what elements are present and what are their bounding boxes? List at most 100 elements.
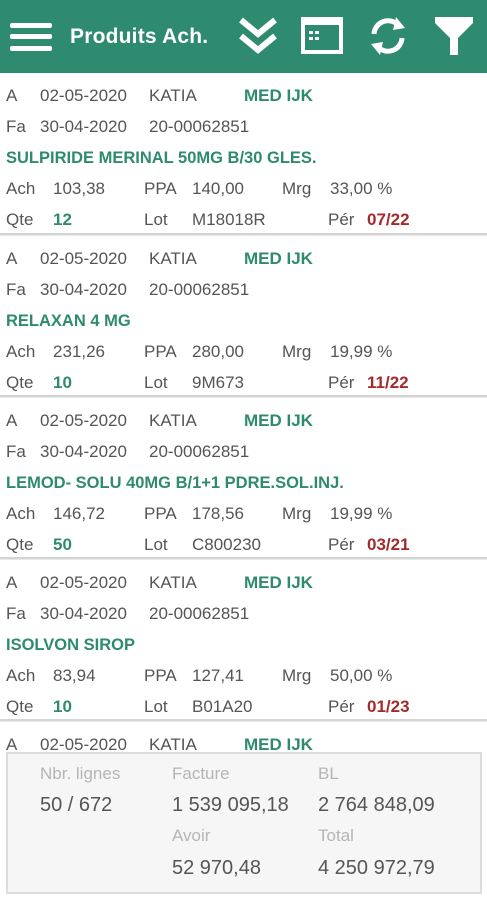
total-label: Total bbox=[318, 826, 354, 845]
ppa-label: PPA bbox=[144, 666, 177, 685]
ppa-value: 178,56 bbox=[192, 504, 244, 523]
product-name: RELAXAN 4 MG bbox=[6, 312, 131, 330]
bl-value: 2 764 848,09 bbox=[318, 794, 435, 816]
entry-user: KATIA bbox=[149, 411, 197, 430]
lot-label: Lot bbox=[144, 210, 168, 229]
entry-date: 02-05-2020 bbox=[40, 249, 127, 268]
qte-label: Qte bbox=[6, 697, 34, 716]
entry-type: A bbox=[6, 411, 18, 430]
entry-type: A bbox=[6, 573, 18, 592]
ach-label: Ach bbox=[6, 342, 36, 361]
list-item[interactable]: A 02-05-2020 KATIA MED IJK Fa 30-04-2020… bbox=[0, 235, 487, 397]
product-name: SULPIRIDE MERINAL 50MG B/30 GLES. bbox=[6, 149, 317, 167]
list-item[interactable]: A 02-05-2020 KATIA MED IJK bbox=[0, 721, 487, 750]
expiry-value: 03/21 bbox=[367, 535, 410, 554]
mrg-label: Mrg bbox=[282, 504, 312, 523]
mrg-label: Mrg bbox=[282, 342, 312, 361]
doc-number: 20-00062851 bbox=[149, 280, 250, 299]
mrg-value: 19,99 % bbox=[330, 342, 393, 361]
page-title: Produits Ach. bbox=[70, 24, 209, 48]
summary-panel: Nbr. lignes 50 / 672 Facture 1 539 095,1… bbox=[6, 752, 482, 894]
mrg-value: 33,00 % bbox=[330, 179, 393, 198]
doc-number: 20-00062851 bbox=[149, 117, 250, 136]
lot-label: Lot bbox=[144, 697, 168, 716]
ach-label: Ach bbox=[6, 504, 36, 523]
ppa-label: PPA bbox=[144, 179, 177, 198]
entry-user: KATIA bbox=[149, 86, 197, 105]
qte-label: Qte bbox=[6, 210, 34, 229]
lot-value: C800230 bbox=[192, 535, 262, 554]
lot-label: Lot bbox=[144, 535, 168, 554]
mrg-value: 19,99 % bbox=[330, 504, 393, 523]
sync-icon[interactable] bbox=[366, 14, 410, 58]
supplier-name: MED IJK bbox=[244, 735, 313, 750]
doc-date: 30-04-2020 bbox=[40, 117, 127, 136]
mrg-label: Mrg bbox=[282, 666, 312, 685]
qte-value: 10 bbox=[53, 373, 72, 392]
entry-date: 02-05-2020 bbox=[40, 86, 127, 105]
supplier-name: MED IJK bbox=[244, 86, 313, 105]
purchase-list[interactable]: A 02-05-2020 KATIA MED IJK Fa 30-04-2020… bbox=[0, 73, 487, 750]
expiry-value: 11/22 bbox=[367, 373, 409, 392]
doc-number: 20-00062851 bbox=[149, 604, 250, 623]
doc-date: 30-04-2020 bbox=[40, 604, 127, 623]
app-bar: Produits Ach. bbox=[0, 0, 487, 73]
doc-date: 30-04-2020 bbox=[40, 280, 127, 299]
product-name: LEMOD- SOLU 40MG B/1+1 PDRE.SOL.INJ. bbox=[6, 474, 344, 492]
doc-date: 30-04-2020 bbox=[40, 442, 127, 461]
lot-label: Lot bbox=[144, 373, 168, 392]
ach-value: 231,26 bbox=[53, 342, 105, 361]
doc-type: Fa bbox=[6, 280, 26, 299]
ppa-value: 127,41 bbox=[192, 666, 244, 685]
list-item[interactable]: A 02-05-2020 KATIA MED IJK Fa 30-04-2020… bbox=[0, 73, 487, 235]
expiry-value: 01/23 bbox=[367, 697, 410, 716]
doc-type: Fa bbox=[6, 604, 26, 623]
entry-date: 02-05-2020 bbox=[40, 411, 127, 430]
ppa-value: 140,00 bbox=[192, 179, 244, 198]
per-label: Pér bbox=[328, 210, 355, 229]
ach-label: Ach bbox=[6, 179, 36, 198]
avoir-value: 52 970,48 bbox=[172, 857, 261, 879]
qte-label: Qte bbox=[6, 535, 34, 554]
facture-label: Facture bbox=[172, 764, 230, 783]
bl-label: BL bbox=[318, 764, 339, 783]
lot-value: M18018R bbox=[192, 210, 266, 229]
ach-value: 146,72 bbox=[53, 504, 105, 523]
double-chevron-down-icon[interactable] bbox=[236, 14, 280, 58]
total-value: 4 250 972,79 bbox=[318, 857, 435, 879]
nbr-lignes-value: 50 / 672 bbox=[40, 794, 113, 816]
entry-type: A bbox=[6, 86, 18, 105]
ppa-label: PPA bbox=[144, 342, 177, 361]
doc-type: Fa bbox=[6, 442, 26, 461]
avoir-label: Avoir bbox=[172, 826, 211, 845]
doc-number: 20-00062851 bbox=[149, 442, 250, 461]
entry-date: 02-05-2020 bbox=[40, 735, 127, 750]
nbr-lignes-label: Nbr. lignes bbox=[40, 764, 121, 783]
entry-date: 02-05-2020 bbox=[40, 573, 127, 592]
entry-user: KATIA bbox=[149, 249, 197, 268]
menu-icon[interactable] bbox=[10, 17, 52, 57]
qte-value: 10 bbox=[53, 697, 72, 716]
filter-icon[interactable] bbox=[432, 14, 476, 58]
supplier-name: MED IJK bbox=[244, 249, 313, 268]
qte-value: 12 bbox=[53, 210, 72, 229]
per-label: Pér bbox=[328, 697, 355, 716]
list-item[interactable]: A 02-05-2020 KATIA MED IJK Fa 30-04-2020… bbox=[0, 559, 487, 721]
ach-value: 103,38 bbox=[53, 179, 105, 198]
expiry-value: 07/22 bbox=[367, 210, 410, 229]
mrg-value: 50,00 % bbox=[330, 666, 393, 685]
per-label: Pér bbox=[328, 535, 355, 554]
entry-user: KATIA bbox=[149, 573, 197, 592]
doc-type: Fa bbox=[6, 117, 26, 136]
ppa-value: 280,00 bbox=[192, 342, 244, 361]
entry-user: KATIA bbox=[149, 735, 197, 750]
lot-value: B01A20 bbox=[192, 697, 253, 716]
qte-label: Qte bbox=[6, 373, 34, 392]
supplier-name: MED IJK bbox=[244, 411, 313, 430]
list-item[interactable]: A 02-05-2020 KATIA MED IJK Fa 30-04-2020… bbox=[0, 397, 487, 559]
ppa-label: PPA bbox=[144, 504, 177, 523]
window-icon[interactable] bbox=[300, 14, 344, 58]
product-name: ISOLVON SIROP bbox=[6, 636, 135, 654]
entry-type: A bbox=[6, 735, 18, 750]
ach-value: 83,94 bbox=[53, 666, 96, 685]
